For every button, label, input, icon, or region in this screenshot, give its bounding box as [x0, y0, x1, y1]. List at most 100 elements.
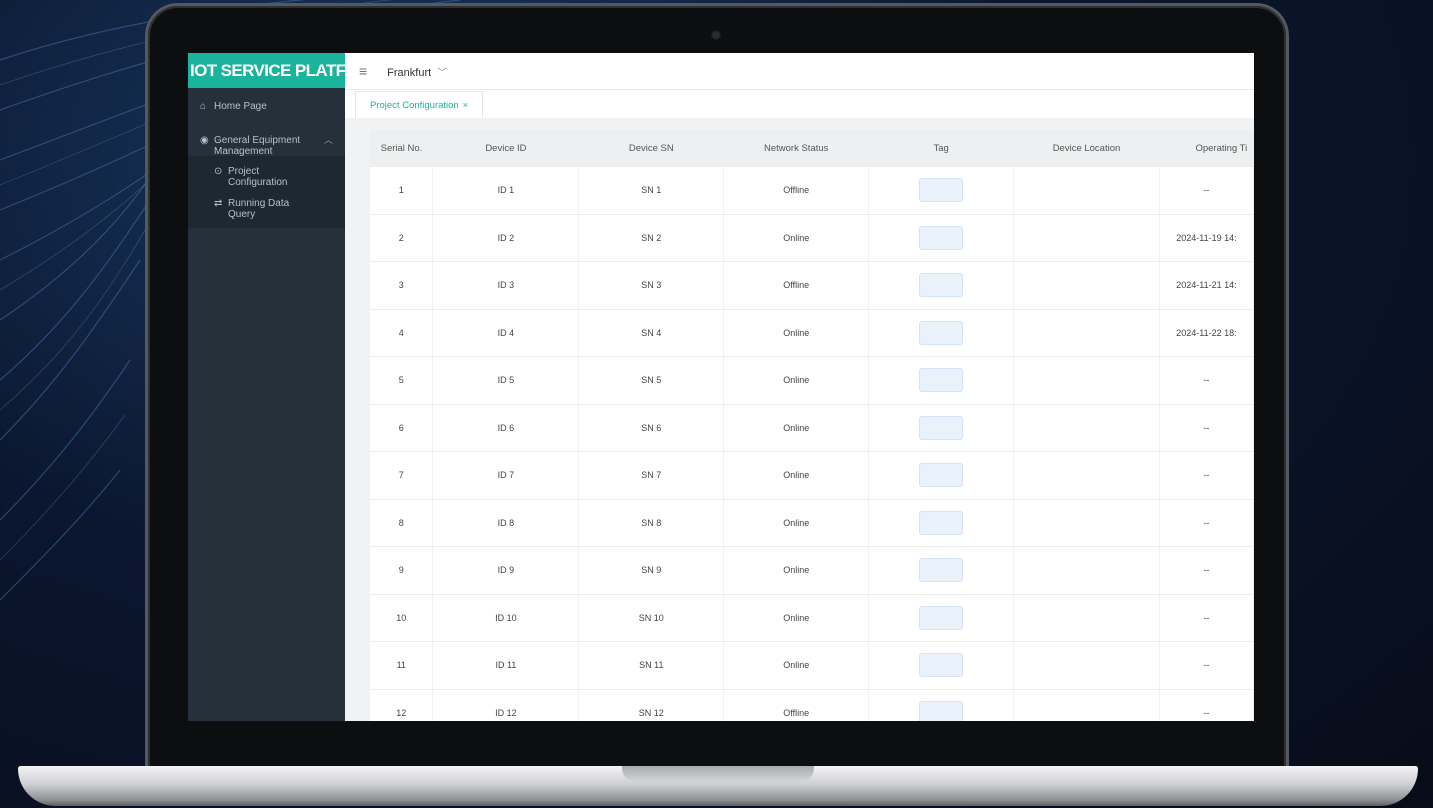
sidebar-item-label: Project Configuration: [228, 166, 288, 188]
content-area: Serial No. Device ID Device SN Network S…: [345, 118, 1254, 721]
tag-box[interactable]: [919, 605, 964, 630]
top-bar: ≡ Frankfurt ﹀: [345, 53, 1254, 90]
device-id-cell: ID 8: [432, 498, 580, 547]
tab-project-configuration[interactable]: Project Configuration ×: [355, 91, 483, 118]
sidebar-item-running-data-query[interactable]: ⇄ Running Data Query: [188, 192, 345, 224]
column-header: Device ID: [432, 130, 579, 167]
device-sn-cell: SN 2: [578, 213, 725, 262]
tag-cell: [868, 593, 1015, 642]
location-cell: [1013, 261, 1160, 309]
status-cell: Online: [723, 213, 870, 262]
tag-box[interactable]: [919, 273, 964, 298]
operating-time-cell: 2024-11-21 14:: [1159, 261, 1254, 309]
operating-time-cell: --: [1159, 688, 1254, 721]
column-header: Network Status: [723, 130, 869, 167]
table-row[interactable]: 4 ID 4 SN 4 Online 2024-11-22 18:: [370, 308, 1254, 357]
tag-cell: [868, 166, 1015, 214]
tag-box[interactable]: [919, 368, 964, 393]
serial-cell: 1: [370, 166, 434, 214]
location-cell: [1013, 403, 1160, 452]
device-sn-cell: SN 9: [578, 546, 725, 594]
tag-box[interactable]: [919, 558, 964, 583]
sidebar-group-label: General Equipment Management: [214, 135, 301, 157]
globe-icon: ◉: [200, 135, 209, 146]
device-table: Serial No. Device ID Device SN Network S…: [370, 130, 1254, 721]
status-cell: Online: [723, 546, 870, 594]
table-row[interactable]: 11 ID 11 SN 11 Online --: [370, 641, 1254, 689]
location-cell: [1013, 593, 1160, 642]
table-row[interactable]: 5 ID 5 SN 5 Online --: [370, 356, 1254, 404]
tag-box[interactable]: [919, 178, 964, 203]
table-row[interactable]: 3 ID 3 SN 3 Offline 2024-11-21 14:: [370, 261, 1254, 309]
device-sn-cell: SN 12: [578, 688, 725, 721]
column-header: Serial No.: [370, 130, 433, 167]
operating-time-cell: --: [1159, 403, 1254, 452]
location-cell: [1013, 213, 1160, 262]
serial-cell: 4: [370, 308, 434, 357]
table-row[interactable]: 1 ID 1 SN 1 Offline --: [370, 166, 1254, 214]
tag-cell: [868, 403, 1015, 452]
table-row[interactable]: 2 ID 2 SN 2 Online 2024-11-19 14:: [370, 213, 1254, 262]
laptop-notch: [622, 766, 814, 782]
tag-box[interactable]: [919, 225, 964, 250]
sidebar-item-label: Running Data Query: [228, 198, 290, 220]
status-cell: Offline: [723, 166, 870, 214]
column-header: Operating Ti: [1159, 130, 1254, 167]
tag-box[interactable]: [919, 653, 964, 678]
operating-time-cell: --: [1159, 356, 1254, 404]
serial-cell: 7: [370, 451, 434, 499]
serial-cell: 8: [370, 498, 434, 547]
tag-cell: [868, 308, 1015, 357]
sidebar-group-equipment[interactable]: ◉ General Equipment Management ︿: [188, 125, 345, 157]
location-cell: [1013, 498, 1160, 547]
operating-time-cell: --: [1159, 546, 1254, 594]
sidebar-item-project-configuration[interactable]: ⊙ Project Configuration: [188, 160, 345, 192]
operating-time-cell: --: [1159, 451, 1254, 499]
app-screen: IOT SERVICE PLATFORM ⌂ Home Page ◉ Gener…: [188, 53, 1254, 721]
tag-box[interactable]: [919, 510, 964, 535]
serial-cell: 2: [370, 213, 434, 262]
table-row[interactable]: 10 ID 10 SN 10 Online --: [370, 593, 1254, 642]
table-row[interactable]: 9 ID 9 SN 9 Online --: [370, 546, 1254, 594]
tag-cell: [868, 688, 1015, 721]
region-selector[interactable]: Frankfurt ﹀: [387, 64, 447, 79]
tag-cell: [868, 641, 1015, 689]
tag-box[interactable]: [919, 320, 964, 345]
column-header: Device SN: [578, 130, 724, 167]
table-row[interactable]: 12 ID 12 SN 12 Offline --: [370, 688, 1254, 721]
tab-label: Project Configuration: [370, 100, 459, 111]
device-id-cell: ID 9: [432, 546, 580, 594]
device-sn-cell: SN 6: [578, 403, 725, 452]
table-row[interactable]: 6 ID 6 SN 6 Online --: [370, 403, 1254, 452]
tag-box[interactable]: [919, 700, 964, 721]
sidebar: IOT SERVICE PLATFORM ⌂ Home Page ◉ Gener…: [188, 53, 345, 721]
sidebar-item-label: Home Page: [214, 101, 267, 112]
tag-cell: [868, 546, 1015, 594]
tag-box[interactable]: [919, 463, 964, 488]
device-id-cell: ID 2: [432, 213, 580, 262]
operating-time-cell: --: [1159, 498, 1254, 547]
tag-cell: [868, 498, 1015, 547]
transfer-icon: ⇄: [214, 198, 223, 209]
chevron-up-icon: ︿: [323, 135, 333, 145]
serial-cell: 5: [370, 356, 434, 404]
location-cell: [1013, 166, 1160, 214]
status-cell: Online: [723, 593, 870, 642]
menu-toggle-icon[interactable]: ≡: [359, 63, 367, 79]
sidebar-submenu: ⊙ Project Configuration ⇄ Running Data Q…: [188, 156, 345, 228]
close-icon[interactable]: ×: [463, 100, 468, 110]
device-sn-cell: SN 3: [578, 261, 725, 309]
region-label: Frankfurt: [387, 66, 432, 79]
table-row[interactable]: 8 ID 8 SN 8 Online --: [370, 498, 1254, 547]
sidebar-item-home[interactable]: ⌂ Home Page: [188, 88, 345, 125]
tag-cell: [868, 451, 1015, 499]
serial-cell: 9: [370, 546, 434, 594]
table-row[interactable]: 7 ID 7 SN 7 Online --: [370, 451, 1254, 499]
device-id-cell: ID 7: [432, 451, 580, 499]
tag-box[interactable]: [919, 415, 964, 440]
serial-cell: 12: [370, 688, 434, 721]
operating-time-cell: --: [1159, 641, 1254, 689]
device-id-cell: ID 12: [432, 688, 580, 721]
home-icon: ⌂: [200, 101, 207, 112]
location-cell: [1013, 688, 1160, 721]
